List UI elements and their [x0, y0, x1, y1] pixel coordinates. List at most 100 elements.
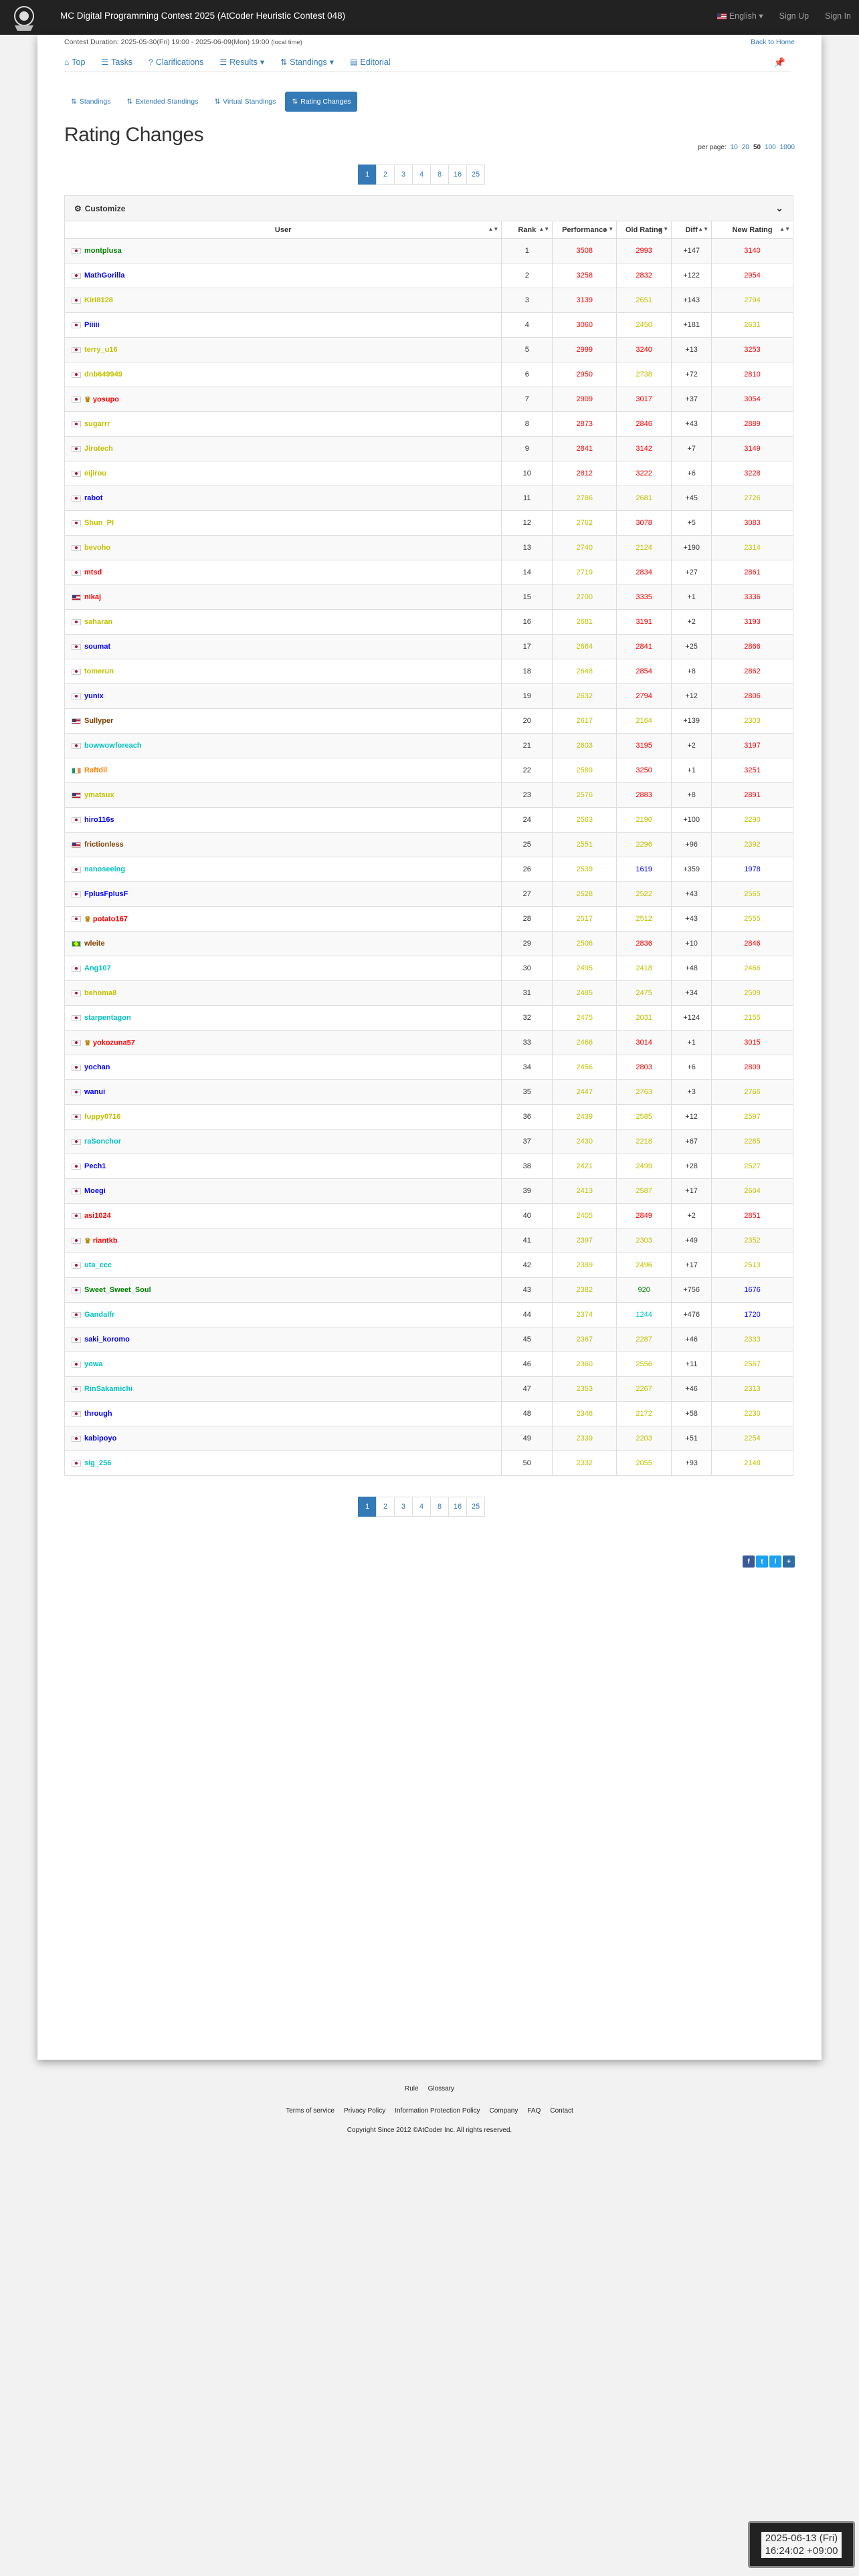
user-link[interactable]: raSonchor — [84, 1138, 121, 1146]
page-button[interactable]: 1 — [358, 1497, 377, 1517]
page-button[interactable]: 2 — [376, 165, 395, 185]
user-link[interactable]: frictionless — [84, 841, 124, 849]
user-link[interactable]: starpentagon — [84, 1014, 131, 1022]
twitter-share-icon[interactable]: t — [756, 1555, 768, 1568]
per-page-option[interactable]: 50 — [753, 144, 761, 151]
user-link[interactable]: Jirotech — [84, 445, 113, 453]
user-link[interactable]: sugarrr — [84, 420, 110, 428]
user-link[interactable]: Moegi — [84, 1187, 106, 1195]
user-link[interactable]: soumat — [84, 643, 110, 651]
user-link[interactable]: yochan — [84, 1063, 110, 1071]
page-button[interactable]: 2 — [376, 1497, 395, 1517]
column-header-user[interactable]: User ▲▼ — [64, 221, 502, 239]
user-link[interactable]: Gandalfr — [84, 1311, 114, 1319]
user-link[interactable]: uta_ccc — [84, 1261, 112, 1269]
user-link[interactable]: Ang107 — [84, 964, 111, 972]
user-link[interactable]: mtsd — [84, 568, 102, 576]
subtab-virtual-standings[interactable]: ⇅ Virtual Standings — [207, 92, 282, 112]
back-to-home-link[interactable]: Back to Home — [751, 38, 795, 46]
user-link[interactable]: eijirou — [84, 469, 106, 477]
sort-icon[interactable]: ▲▼ — [488, 226, 498, 232]
customize-panel-header[interactable]: ⚙ Customize ⌄ — [64, 195, 793, 221]
user-link[interactable]: Raftdil — [84, 766, 107, 774]
subtab-rating-changes[interactable]: ⇅ Rating Changes — [285, 92, 358, 112]
facebook-share-icon[interactable]: f — [743, 1555, 755, 1568]
user-link[interactable]: ymatsux — [84, 791, 114, 799]
user-link[interactable]: wanui — [84, 1088, 105, 1096]
user-link[interactable]: Pech1 — [84, 1162, 106, 1170]
user-link[interactable]: yowa — [84, 1360, 103, 1368]
page-button[interactable]: 1 — [358, 165, 377, 185]
per-page-option[interactable]: 100 — [765, 144, 776, 151]
user-link[interactable]: nikaj — [84, 593, 101, 601]
footer-link-privacy-policy[interactable]: Privacy Policy — [344, 2107, 385, 2115]
page-button[interactable]: 16 — [448, 165, 467, 185]
sort-icon[interactable]: ▲▼ — [603, 226, 613, 232]
user-link[interactable]: yokozuna57 — [93, 1039, 135, 1047]
column-header-old-rating[interactable]: Old Rating ▲▼ — [616, 221, 672, 239]
user-link[interactable]: tomerun — [84, 667, 114, 675]
user-link[interactable]: hiro116s — [84, 816, 114, 824]
footer-link-faq[interactable]: FAQ — [527, 2107, 541, 2115]
user-link[interactable]: wleite — [84, 940, 105, 948]
page-button[interactable]: 16 — [448, 1497, 467, 1517]
column-header-diff[interactable]: Diff ▲▼ — [671, 221, 712, 239]
tab-editorial[interactable]: ▤ Editorial — [350, 58, 391, 67]
user-link[interactable]: Kiri8128 — [84, 296, 113, 304]
tab-clarifications[interactable]: ? Clarifications — [149, 58, 203, 67]
footer-link-company[interactable]: Company — [490, 2107, 518, 2115]
language-selector[interactable]: English ▾ — [717, 11, 763, 21]
user-link[interactable]: FplusFplusF — [84, 890, 128, 898]
page-button[interactable]: 8 — [430, 1497, 449, 1517]
contest-title[interactable]: MC Digital Programming Contest 2025 (AtC… — [60, 11, 345, 21]
per-page-option[interactable]: 10 — [731, 144, 738, 151]
footer-link-glossary[interactable]: Glossary — [428, 2085, 454, 2092]
sort-icon[interactable]: ▲▼ — [698, 226, 708, 232]
tab-top[interactable]: ⌂ Top — [64, 58, 85, 67]
user-link[interactable]: saki_koromo — [84, 1335, 130, 1344]
atcoder-logo-icon[interactable] — [8, 3, 40, 32]
user-link[interactable]: rabot — [84, 494, 103, 502]
sort-icon[interactable]: ▲▼ — [779, 226, 790, 232]
user-link[interactable]: RinSakamichi — [84, 1385, 132, 1393]
user-link[interactable]: riantkb — [93, 1237, 118, 1245]
footer-link-rule[interactable]: Rule — [405, 2085, 419, 2092]
user-link[interactable]: dnb649949 — [84, 370, 122, 379]
column-header-new-rating[interactable]: New Rating ▲▼ — [711, 221, 793, 239]
user-link[interactable]: montplusa — [84, 247, 122, 255]
user-link[interactable]: asi1024 — [84, 1212, 111, 1220]
page-button[interactable]: 25 — [466, 165, 485, 185]
user-link[interactable]: kabipoyo — [84, 1434, 116, 1442]
column-header-performance[interactable]: Performance ▲▼ — [552, 221, 617, 239]
user-link[interactable]: potato167 — [93, 915, 128, 923]
user-link[interactable]: Shun_PI — [84, 519, 114, 527]
user-link[interactable]: fuppy0716 — [84, 1113, 120, 1121]
more-share-icon[interactable]: + — [783, 1555, 795, 1568]
footer-link-terms-of-service[interactable]: Terms of service — [286, 2107, 335, 2115]
user-link[interactable]: Sullyper — [84, 717, 113, 725]
line-share-icon[interactable]: l — [769, 1555, 781, 1568]
footer-link-information-protection-policy[interactable]: Information Protection Policy — [395, 2107, 480, 2115]
sort-icon[interactable]: ▲▼ — [658, 226, 668, 232]
user-link[interactable]: terry_u16 — [84, 346, 118, 354]
sign-in-link[interactable]: Sign In — [825, 11, 851, 21]
user-link[interactable]: Piiiii — [84, 321, 100, 329]
tab-results[interactable]: ☰ Results ▾ — [219, 57, 264, 68]
user-link[interactable]: yunix — [84, 692, 104, 700]
page-button[interactable]: 3 — [394, 1497, 413, 1517]
footer-link-contact[interactable]: Contact — [550, 2107, 573, 2115]
page-button[interactable]: 3 — [394, 165, 413, 185]
per-page-option[interactable]: 20 — [742, 144, 749, 151]
page-button[interactable]: 4 — [412, 165, 431, 185]
chevron-down-icon[interactable]: ⌄ — [775, 203, 783, 214]
sign-up-link[interactable]: Sign Up — [779, 11, 809, 21]
user-link[interactable]: Sweet_Sweet_Soul — [84, 1286, 151, 1294]
page-button[interactable]: 25 — [466, 1497, 485, 1517]
page-button[interactable]: 4 — [412, 1497, 431, 1517]
user-link[interactable]: MathGorilla — [84, 272, 125, 280]
user-link[interactable]: saharan — [84, 618, 112, 626]
tab-tasks[interactable]: ☰ Tasks — [101, 58, 132, 67]
user-link[interactable]: yosupo — [93, 395, 119, 403]
user-link[interactable]: bevoho — [84, 544, 110, 552]
user-link[interactable]: sig_256 — [84, 1459, 111, 1467]
